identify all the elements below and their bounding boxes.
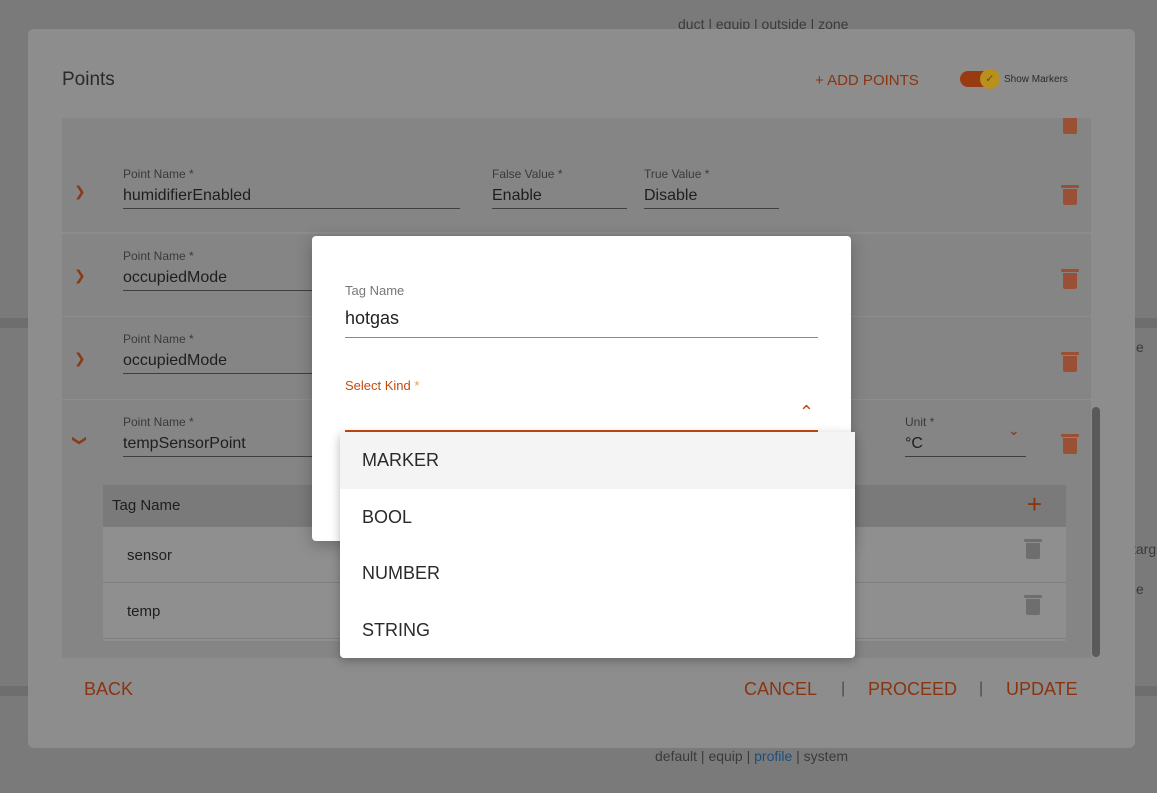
update-button[interactable]: UPDATE — [1006, 679, 1078, 700]
kind-options-menu: MARKER BOOL NUMBER STRING — [340, 432, 855, 658]
option-marker[interactable]: MARKER — [340, 432, 855, 489]
select-kind-label: Select Kind * — [345, 378, 420, 393]
option-string[interactable]: STRING — [340, 602, 855, 659]
point-name-label: Point Name * — [123, 167, 194, 181]
modal-title: Points — [62, 69, 115, 90]
true-value-label: True Value * — [644, 167, 710, 181]
point-name-field[interactable]: Point Name * humidifierEnabled — [123, 167, 460, 209]
add-points-button[interactable]: + ADD POINTS — [815, 72, 919, 89]
tag-name-cell: sensor — [127, 547, 173, 564]
trash-icon[interactable] — [1061, 185, 1079, 205]
chevron-up-icon: ⌃ — [798, 402, 814, 422]
option-bool[interactable]: BOOL — [340, 489, 855, 546]
point-row: ❯ Point Name * humidifierEnabled False V… — [62, 150, 1091, 232]
footer-separator: | — [841, 680, 846, 697]
chevron-right-icon[interactable]: ❯ — [74, 350, 86, 367]
select-kind-dropdown[interactable]: ⌃ — [345, 398, 818, 432]
chevron-down-icon[interactable]: ⌄ — [1008, 422, 1020, 439]
option-number[interactable]: NUMBER — [340, 545, 855, 602]
false-value-field[interactable]: False Value * Enable — [492, 167, 627, 209]
trash-icon[interactable] — [1024, 539, 1042, 559]
check-icon: ✓ — [980, 69, 1000, 89]
proceed-button[interactable]: PROCEED — [868, 679, 957, 700]
false-value-input[interactable]: Enable — [492, 187, 627, 209]
point-name-value[interactable]: humidifierEnabled — [123, 187, 460, 209]
chevron-right-icon[interactable]: ❯ — [74, 183, 86, 200]
add-tag-icon[interactable]: + — [1027, 489, 1042, 520]
background-edge-text: targ — [1132, 541, 1157, 557]
chevron-down-icon[interactable]: ❯ — [71, 435, 88, 447]
trash-icon[interactable] — [1061, 352, 1079, 372]
chevron-right-icon[interactable]: ❯ — [74, 267, 86, 284]
trash-icon[interactable] — [1061, 434, 1079, 454]
show-markers-label: Show Markers — [1004, 74, 1068, 85]
trash-icon[interactable] — [1061, 269, 1079, 289]
true-value-field[interactable]: True Value * Disable — [644, 167, 779, 209]
cancel-button[interactable]: CANCEL — [744, 679, 817, 700]
scrollbar[interactable] — [1092, 407, 1100, 657]
footer-separator: | — [979, 680, 984, 697]
background-bottom-links: default | equip | profile | system — [655, 748, 849, 764]
tag-name-label: Tag Name — [345, 283, 405, 298]
background-edge-text: e — [1136, 581, 1144, 597]
required-mark: * — [414, 378, 420, 393]
back-button[interactable]: BACK — [84, 679, 133, 700]
trash-icon[interactable] — [1024, 595, 1042, 615]
tag-name-header: Tag Name — [112, 497, 181, 514]
point-row-partial — [62, 118, 1091, 156]
false-value-label: False Value * — [492, 167, 563, 181]
trash-icon[interactable] — [1062, 118, 1078, 134]
show-markers-toggle[interactable]: ✓ — [960, 69, 1000, 89]
tag-name-cell: temp — [127, 603, 161, 620]
true-value-input[interactable]: Disable — [644, 187, 779, 209]
tag-name-input[interactable]: hotgas — [345, 306, 818, 338]
background-edge-text: e — [1136, 339, 1144, 355]
